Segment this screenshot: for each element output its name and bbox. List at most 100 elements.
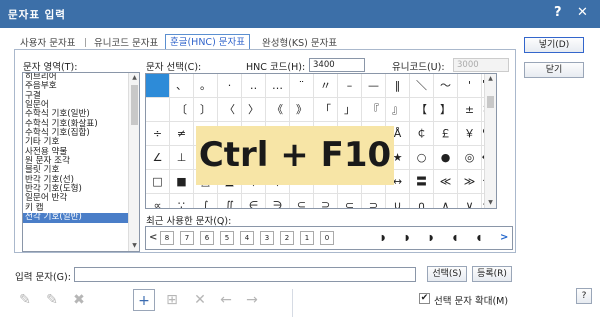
category-list[interactable]: 히브리어 주음부호 구결 일문어 수학식 기호(일반) 수학식 기호(화살표) 수학식 기호… bbox=[22, 72, 140, 252]
char-cell[interactable]: ∧ bbox=[434, 194, 458, 208]
char-cell[interactable]: ∬ bbox=[218, 194, 242, 208]
zoom-checkbox[interactable]: ✔ bbox=[419, 293, 430, 304]
recent-keycap[interactable]: 4 bbox=[240, 231, 254, 245]
char-cell[interactable]: ⊂ bbox=[338, 194, 362, 208]
hnc-code-input[interactable]: 3400 bbox=[309, 58, 365, 72]
char-cell[interactable]: ● bbox=[434, 146, 458, 170]
recent-keycap[interactable]: 6 bbox=[200, 231, 214, 245]
char-cell[interactable]: 」 bbox=[338, 98, 362, 122]
char-cell[interactable]: 】 bbox=[434, 98, 458, 122]
char-cell[interactable]: ￥ bbox=[458, 122, 482, 146]
recent-keycap[interactable]: 7 bbox=[180, 231, 194, 245]
scroll-thumb[interactable] bbox=[487, 96, 494, 108]
close-icon[interactable]: ✕ bbox=[577, 5, 588, 21]
scroll-up-icon[interactable]: ▲ bbox=[130, 73, 139, 83]
char-cell[interactable]: ‥ bbox=[242, 74, 266, 98]
char-cell[interactable]: 〃 bbox=[314, 74, 338, 98]
char-cell[interactable]: ¨ bbox=[290, 74, 314, 98]
recent-next-icon[interactable]: > bbox=[500, 232, 508, 243]
char-cell[interactable]: ∵ bbox=[170, 194, 194, 208]
scroll-thumb[interactable] bbox=[131, 85, 138, 125]
hnc-code-label: HNC 코드(H): bbox=[246, 62, 306, 73]
char-cell[interactable]: … bbox=[266, 74, 290, 98]
char-cell[interactable]: 〉 bbox=[242, 98, 266, 122]
char-cell[interactable]: – bbox=[338, 74, 362, 98]
char-cell[interactable]: ' bbox=[458, 74, 482, 98]
zoom-checkbox-label[interactable]: 선택 문자 확대(M) bbox=[434, 293, 508, 307]
char-cell[interactable]: ⊃ bbox=[362, 194, 386, 208]
char-cell[interactable]: ∝ bbox=[146, 194, 170, 208]
recent-keycap[interactable]: 5 bbox=[220, 231, 234, 245]
char-cell[interactable]: 『 bbox=[362, 98, 386, 122]
char-cell[interactable]: ∈ bbox=[242, 194, 266, 208]
char-cell[interactable]: ～ bbox=[434, 74, 458, 98]
scroll-up-icon[interactable]: ▲ bbox=[486, 74, 495, 84]
char-cell[interactable] bbox=[146, 74, 170, 98]
char-cell[interactable]: 《 bbox=[266, 98, 290, 122]
char-cell[interactable]: ⊆ bbox=[290, 194, 314, 208]
char-cell[interactable]: 。 bbox=[194, 74, 218, 98]
char-cell[interactable]: 〓 bbox=[410, 170, 434, 194]
char-cell[interactable]: ⊇ bbox=[314, 194, 338, 208]
char-cell[interactable]: 〕 bbox=[194, 98, 218, 122]
recent-char[interactable]: ◗ bbox=[376, 231, 390, 245]
char-cell[interactable]: ￠ bbox=[410, 122, 434, 146]
help-button[interactable]: ? bbox=[576, 288, 592, 304]
char-cell[interactable]: ∫ bbox=[194, 194, 218, 208]
char-cell[interactable]: ÷ bbox=[146, 122, 170, 146]
insert-button[interactable]: 넣기(D) bbox=[524, 37, 584, 53]
char-cell[interactable]: 「 bbox=[314, 98, 338, 122]
recent-char[interactable]: ◖ bbox=[472, 231, 486, 245]
select-button[interactable]: 선택(S) bbox=[427, 266, 467, 282]
char-cell[interactable]: — bbox=[362, 74, 386, 98]
recent-chars[interactable]: < 876543210 ◗ ◗ ◗ ◖ ◖ > bbox=[145, 226, 513, 250]
char-cell[interactable]: ‖ bbox=[386, 74, 410, 98]
recent-char[interactable]: ◗ bbox=[400, 231, 414, 245]
char-cell[interactable]: 〔 bbox=[170, 98, 194, 122]
char-cell[interactable]: ∠ bbox=[146, 146, 170, 170]
char-cell[interactable]: ◎ bbox=[458, 146, 482, 170]
register-button[interactable]: 등록(R) bbox=[472, 266, 512, 282]
char-cell[interactable]: 』 bbox=[386, 98, 410, 122]
char-cell[interactable]: ■ bbox=[170, 170, 194, 194]
scroll-down-icon[interactable]: ▼ bbox=[486, 198, 495, 208]
char-cell[interactable]: □ bbox=[146, 170, 170, 194]
char-cell[interactable]: · bbox=[218, 74, 242, 98]
recent-char[interactable]: ◖ bbox=[448, 231, 462, 245]
char-cell[interactable]: ± bbox=[458, 98, 482, 122]
category-scrollbar[interactable]: ▲ ▼ bbox=[128, 73, 139, 251]
recent-char[interactable]: ◗ bbox=[424, 231, 438, 245]
char-cell[interactable]: ≫ bbox=[458, 170, 482, 194]
register-char-icon: ✎ bbox=[19, 292, 31, 308]
char-cell[interactable]: ＼ bbox=[410, 74, 434, 98]
help-icon[interactable]: ? bbox=[554, 5, 562, 21]
char-select-label: 문자 선택(C): bbox=[146, 62, 202, 73]
input-chars-field[interactable] bbox=[74, 267, 416, 282]
char-cell[interactable] bbox=[146, 98, 170, 122]
recent-keycap[interactable]: 8 bbox=[160, 231, 174, 245]
char-cell[interactable]: ○ bbox=[410, 146, 434, 170]
char-cell[interactable]: 》 bbox=[290, 98, 314, 122]
scroll-down-icon[interactable]: ▼ bbox=[130, 241, 139, 251]
recent-keycap[interactable]: 2 bbox=[280, 231, 294, 245]
tab-hnc-charmap[interactable]: 훈글(HNC) 문자표 bbox=[165, 34, 251, 50]
char-cell[interactable]: ∋ bbox=[266, 194, 290, 208]
char-cell[interactable]: 、 bbox=[170, 74, 194, 98]
char-cell[interactable]: ∩ bbox=[410, 194, 434, 208]
char-cell[interactable]: ≪ bbox=[434, 170, 458, 194]
char-cell[interactable]: 【 bbox=[410, 98, 434, 122]
recent-keycap[interactable]: 1 bbox=[300, 231, 314, 245]
char-cell[interactable]: ∪ bbox=[386, 194, 410, 208]
recent-prev-icon[interactable]: < bbox=[149, 232, 157, 243]
add-icon[interactable]: + bbox=[133, 289, 155, 311]
close-button[interactable]: 닫기 bbox=[524, 62, 584, 78]
category-item[interactable]: 전각 기호(일반) bbox=[23, 212, 139, 223]
char-cell[interactable]: ￡ bbox=[434, 122, 458, 146]
recent-keycap[interactable]: 0 bbox=[320, 231, 334, 245]
char-cell[interactable]: ≠ bbox=[170, 122, 194, 146]
char-cell[interactable]: ∨ bbox=[458, 194, 482, 208]
grid-scrollbar[interactable]: ▲ ▼ bbox=[484, 74, 496, 208]
recent-keycap[interactable]: 3 bbox=[260, 231, 274, 245]
char-cell[interactable]: ⊥ bbox=[170, 146, 194, 170]
char-cell[interactable]: 〈 bbox=[218, 98, 242, 122]
